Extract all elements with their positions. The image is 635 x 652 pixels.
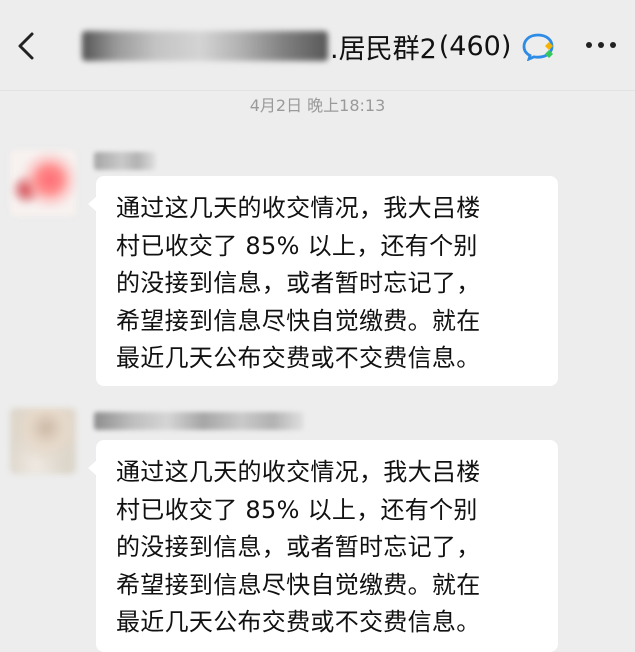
redacted-sender-name xyxy=(94,152,156,170)
message-timestamp: 4月2日 晚上18:13 xyxy=(249,96,386,115)
redacted-sender-name xyxy=(94,412,304,430)
redacted-group-name xyxy=(82,31,328,61)
message-bubble[interactable]: 通过这几天的收交情况，我大吕楼 村已收交了 85% 以上，还有个别 的没接到信息… xyxy=(88,440,558,652)
chat-title: .居民群2 (460) xyxy=(82,28,557,65)
chat-title-suffix: .居民群2 xyxy=(330,33,437,65)
chevron-left-icon[interactable] xyxy=(10,28,42,64)
chat-header: .居民群2 (460) xyxy=(0,0,635,91)
avatar[interactable] xyxy=(10,408,76,474)
more-dots-icon[interactable] xyxy=(583,33,619,57)
message-bubble[interactable]: 通过这几天的收交情况，我大吕楼 村已收交了 85% 以上，还有个别 的没接到信息… xyxy=(88,176,558,386)
member-count: (460) xyxy=(438,30,512,62)
avatar[interactable] xyxy=(10,150,76,216)
wechat-work-icon xyxy=(522,33,554,61)
